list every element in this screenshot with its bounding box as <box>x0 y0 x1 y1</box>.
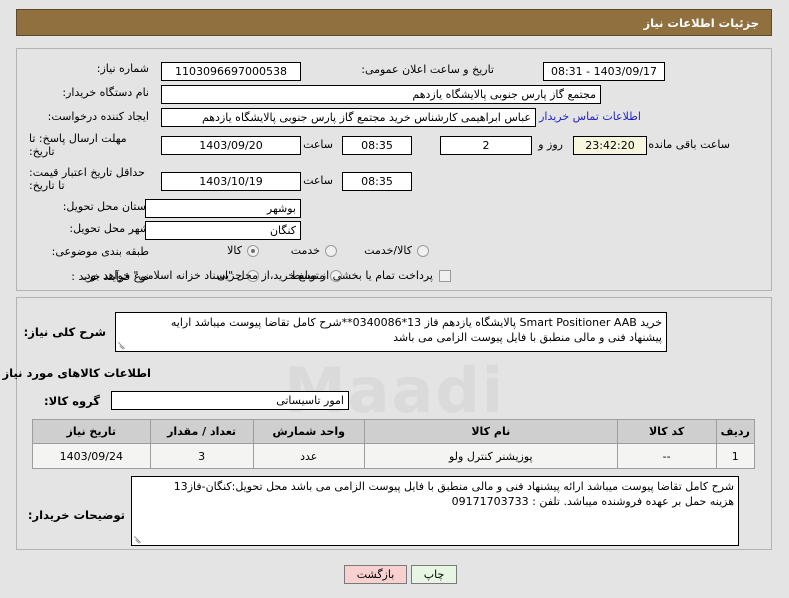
summary-label: شرح کلی نیاز: <box>23 325 106 339</box>
province-value: بوشهر <box>145 199 301 218</box>
table-header-row: ردیف کد کالا نام کالا واحد شمارش تعداد /… <box>32 419 756 444</box>
goods-group-value: امور تاسیساتی <box>111 391 349 410</box>
th-radif: ردیف <box>715 419 756 444</box>
resize-grip-icon[interactable] <box>133 534 143 544</box>
radio-goods-service-icon[interactable] <box>417 244 429 257</box>
city-row: شهر محل تحویل: <box>69 222 149 235</box>
summary-line-2: پیشنهاد فنی و مالی منطبق با فایل پیوست ا… <box>393 331 662 344</box>
th-date: تاریخ نیاز <box>32 419 151 444</box>
requester-value: عباس ابراهیمی کارشناس خرید مجتمع گاز پار… <box>161 108 536 127</box>
deadline-time-label: ساعت <box>303 138 333 151</box>
classification-option-1-label: خدمت <box>290 244 320 257</box>
announce-datetime-value: 1403/09/17 - 08:31 <box>543 62 665 81</box>
th-qty: تعداد / مقدار <box>149 419 254 444</box>
deadline-date-value: 1403/09/20 <box>161 136 301 155</box>
classification-option-2[interactable]: کالا/خدمت <box>364 244 429 257</box>
announce-datetime-label: تاریخ و ساعت اعلان عمومی: <box>361 63 494 76</box>
summary-line-1: خرید Smart Positioner AAB پالایشگاه یازد… <box>170 316 662 329</box>
buyer-notes-line-1: شرح کامل تقاضا پیوست میباشد ارائه پیشنها… <box>173 480 734 493</box>
need-number-label: شماره نیاز: <box>96 62 149 75</box>
classification-option-2-label: کالا/خدمت <box>364 244 412 257</box>
need-number-row: شماره نیاز: <box>97 62 149 75</box>
province-label: استان محل تحویل: <box>62 200 149 213</box>
th-unit: واحد شمارش <box>252 419 365 444</box>
classification-option-0-label: کالا <box>227 244 242 257</box>
price-validity-label: حداقل تاریخ اعتبار قیمت: تا تاریخ: <box>29 166 145 192</box>
radio-goods-icon[interactable] <box>247 244 259 257</box>
cell-qty: 3 <box>149 443 254 469</box>
buyer-notes-label: توضیحات خریدار: <box>27 508 125 522</box>
summary-textarea[interactable]: خرید Smart Positioner AAB پالایشگاه یازد… <box>115 312 667 352</box>
goods-section-caption: اطلاعات کالاهای مورد نیاز <box>2 366 151 380</box>
page-header: جزئیات اطلاعات نیاز <box>16 9 772 36</box>
cell-code: -- <box>616 443 717 469</box>
province-row: استان محل تحویل: <box>63 200 149 213</box>
buyer-org-row: نام دستگاه خریدار: <box>62 86 149 99</box>
goods-table: ردیف کد کالا نام کالا واحد شمارش تعداد /… <box>32 419 756 469</box>
cell-name: پوزیشنر کنترل ولو <box>363 443 618 469</box>
buyer-org-value: مجتمع گاز پارس جنوبی پالایشگاه یازدهم <box>161 85 601 104</box>
deadline-time-value: 08:35 <box>342 136 412 155</box>
treasury-checkbox-row[interactable]: پرداخت تمام یا بخشی از مبلغ خرید،از محل … <box>82 269 451 282</box>
deadline-label: مهلت ارسال پاسخ: تا تاریخ: <box>29 132 127 158</box>
page-root: جزئیات اطلاعات نیاز شماره نیاز: 11030966… <box>0 0 789 598</box>
price-validity-date-value: 1403/10/19 <box>161 172 301 191</box>
requester-label: ایجاد کننده درخواست: <box>47 110 149 123</box>
treasury-checkbox-label: پرداخت تمام یا بخشی از مبلغ خرید،از محل … <box>82 269 433 282</box>
radio-service-icon[interactable] <box>325 244 337 257</box>
remaining-time-value: 23:42:20 <box>573 136 647 155</box>
announce-datetime-row: تاریخ و ساعت اعلان عمومی: <box>361 63 494 76</box>
treasury-checkbox-icon[interactable] <box>439 269 451 282</box>
city-value: کنگان <box>145 221 301 240</box>
price-validity-time-label: ساعت <box>303 174 333 187</box>
back-button[interactable]: بازگشت <box>344 565 407 584</box>
remaining-time-label: ساعت باقی مانده <box>648 138 730 151</box>
resize-grip-icon[interactable] <box>117 340 127 350</box>
classification-option-1[interactable]: خدمت <box>291 244 337 257</box>
classification-row: طبقه بندی موضوعی: <box>52 245 149 258</box>
cell-unit: عدد <box>252 443 365 469</box>
requester-row: ایجاد کننده درخواست: <box>48 110 149 123</box>
buyer-org-label: نام دستگاه خریدار: <box>62 86 149 99</box>
th-name: نام کالا <box>363 419 618 444</box>
th-code: کد کالا <box>616 419 717 444</box>
remaining-days-label: روز و <box>538 138 563 151</box>
buyer-contact-link[interactable]: اطلاعات تماس خریدار <box>539 110 641 123</box>
remaining-days-value: 2 <box>440 136 532 155</box>
price-validity-time-value: 08:35 <box>342 172 412 191</box>
print-button[interactable]: چاپ <box>411 565 457 584</box>
classification-label: طبقه بندی موضوعی: <box>51 245 149 258</box>
goods-group-label: گروه کالا: <box>44 394 100 408</box>
cell-date: 1403/09/24 <box>32 443 151 469</box>
need-number-value: 1103096697000538 <box>161 62 301 81</box>
city-label: شهر محل تحویل: <box>69 222 149 235</box>
classification-option-0[interactable]: کالا <box>227 244 259 257</box>
cell-radif: 1 <box>715 443 756 469</box>
page-title: جزئیات اطلاعات نیاز <box>643 15 759 30</box>
buyer-notes-textarea[interactable]: شرح کامل تقاضا پیوست میباشد ارائه پیشنها… <box>131 476 739 546</box>
buyer-notes-line-2: هزینه حمل بر عهده فروشنده میباشد. تلفن :… <box>451 495 734 508</box>
table-row: 1 -- پوزیشنر کنترل ولو عدد 3 1403/09/24 <box>32 443 756 469</box>
